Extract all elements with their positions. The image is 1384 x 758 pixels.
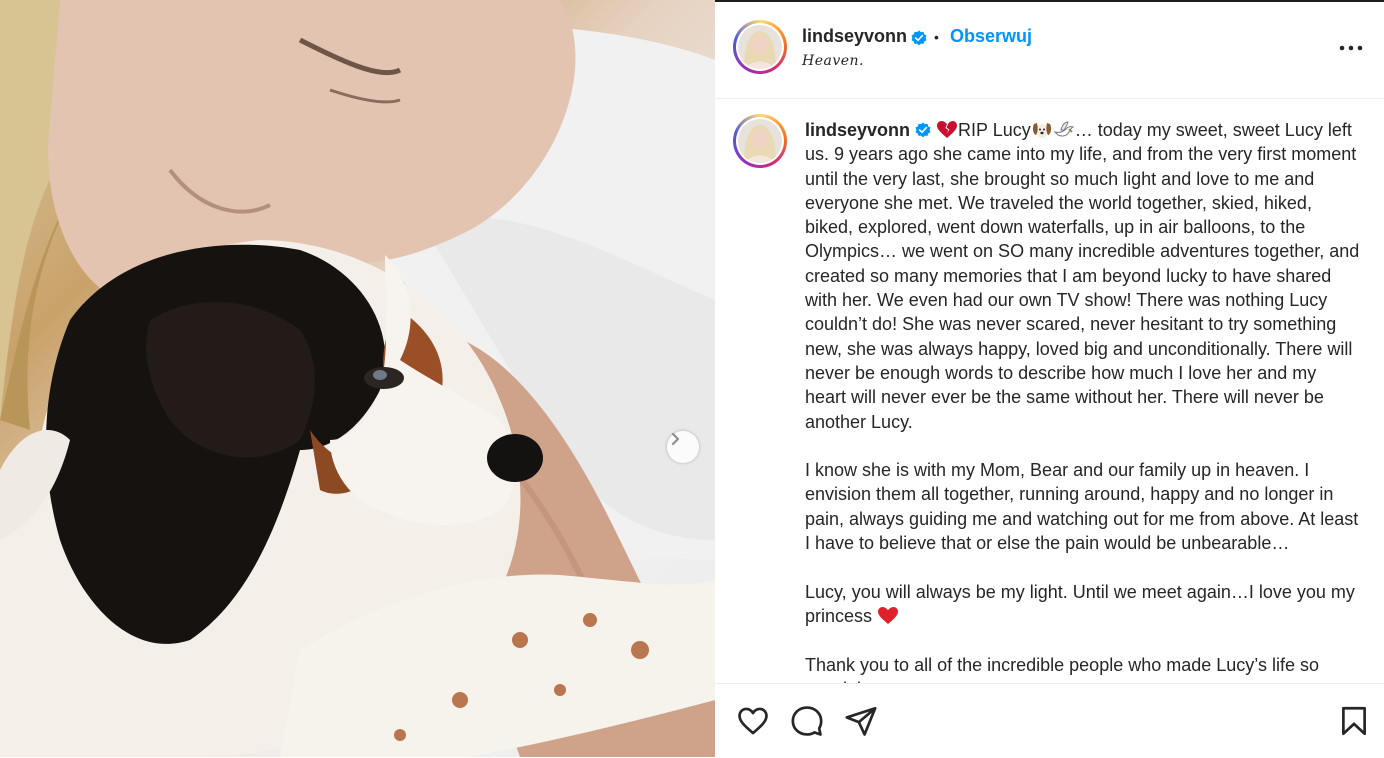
caption-paragraph-3: Lucy, you will always be my light. Until… xyxy=(805,580,1360,629)
caption-paragraph-1: lindseyvonn RIP Lucy… today my sweet, swe… xyxy=(805,118,1360,434)
caption-author-avatar[interactable] xyxy=(733,114,787,168)
share-icon[interactable] xyxy=(844,704,878,738)
caption-paragraph-4: Thank you to all of the incredible peopl… xyxy=(805,654,1319,683)
post-header: lindseyvonn • Obserwuj Heaven. xyxy=(715,2,1384,99)
dove-emoji xyxy=(1053,121,1075,137)
post-photo xyxy=(0,0,715,757)
separator-dot: • xyxy=(934,29,939,45)
more-options-icon[interactable] xyxy=(1337,38,1365,58)
caption-intro: RIP Lucy xyxy=(958,120,1031,140)
caption-text: lindseyvonn RIP Lucy… today my sweet, swe… xyxy=(805,118,1360,683)
caption-body-1: … today my sweet, sweet Lucy left us. 9 … xyxy=(805,120,1360,432)
post-side-panel: lindseyvonn • Obserwuj Heaven. lindseyvo… xyxy=(715,2,1384,757)
caption-scroll-area[interactable]: lindseyvonn RIP Lucy… today my sweet, swe… xyxy=(715,98,1384,683)
action-bar xyxy=(715,683,1384,758)
avatar-image xyxy=(738,119,782,163)
verified-badge-icon xyxy=(911,30,927,46)
caption-paragraph-2: I know she is with my Mom, Bear and our … xyxy=(805,460,1359,554)
next-media-button[interactable] xyxy=(667,431,699,463)
verified-badge-icon xyxy=(915,122,931,138)
caption-username[interactable]: lindseyvonn xyxy=(805,120,910,140)
red-heart-emoji xyxy=(878,606,899,624)
bookmark-icon[interactable] xyxy=(1337,704,1371,738)
avatar-image xyxy=(738,25,782,69)
dog-emoji xyxy=(1032,123,1051,138)
follow-button[interactable]: Obserwuj xyxy=(950,26,1032,47)
author-username[interactable]: lindseyvonn xyxy=(802,26,907,47)
comment-icon[interactable] xyxy=(790,704,824,738)
post-media[interactable] xyxy=(0,0,715,757)
heart-icon[interactable] xyxy=(736,704,770,738)
chevron-right-icon xyxy=(671,432,680,446)
post-location[interactable]: Heaven. xyxy=(802,53,864,69)
author-avatar[interactable] xyxy=(733,20,787,74)
broken-heart-emoji xyxy=(937,121,958,138)
